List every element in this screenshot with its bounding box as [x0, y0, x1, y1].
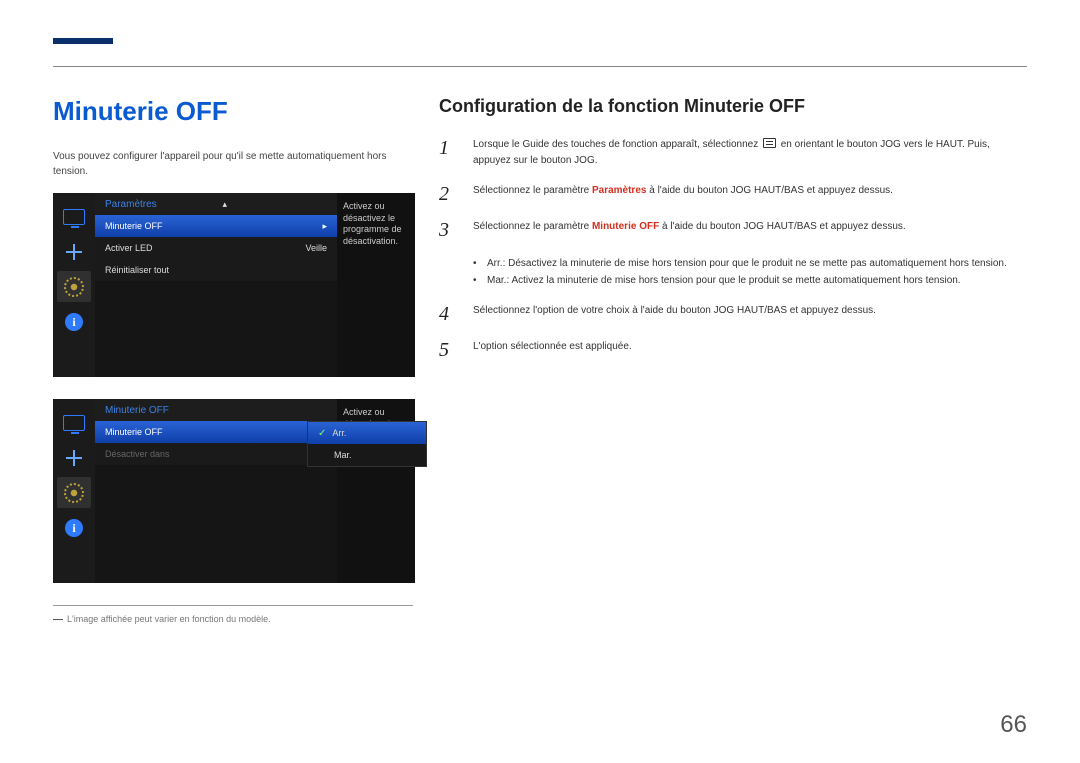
- osd-title: Minuterie OFF: [105, 405, 169, 416]
- osd-row-value: Veille: [305, 243, 327, 253]
- step-4: 4 Sélectionnez l'option de votre choix à…: [439, 303, 1027, 325]
- step-text: Sélectionnez le paramètre Minuterie OFF …: [473, 219, 1027, 235]
- step-number: 1: [439, 137, 455, 159]
- osd-tab-settings: [57, 477, 91, 508]
- bullet-icon: [473, 255, 477, 272]
- menu-icon: [763, 138, 776, 148]
- osd-row-activer-led: Activer LED Veille: [95, 237, 337, 259]
- step-number: 3: [439, 219, 455, 241]
- submenu-row-arr: ✓ Arr.: [308, 422, 426, 444]
- osd-row-minuterie-off: Minuterie OFF: [95, 421, 337, 443]
- monitor-icon: [63, 209, 85, 225]
- chevron-right-icon: ▸: [322, 221, 327, 232]
- osd-row-reinitialiser: Réinitialiser tout: [95, 259, 337, 281]
- step-text: Sélectionnez le paramètre Paramètres à l…: [473, 183, 1027, 199]
- osd-screenshot-minuterie-submenu: i Minuterie OFF Minuterie OFF Désactiver…: [53, 399, 415, 583]
- step-text: Sélectionnez l'option de votre choix à l…: [473, 303, 1027, 319]
- check-icon: ✓: [318, 428, 326, 439]
- step-number: 2: [439, 183, 455, 205]
- move-icon: [64, 448, 84, 468]
- gear-icon: [64, 483, 84, 503]
- osd-submenu: ✓ Arr. Mar.: [307, 421, 427, 467]
- emphasis-text: Mar.: [487, 275, 506, 286]
- step-2: 2 Sélectionnez le paramètre Paramètres à…: [439, 183, 1027, 205]
- intro-text: Vous pouvez configurer l'appareil pour q…: [53, 149, 415, 179]
- osd-description: Activez ou désactivez le programme de dé…: [337, 193, 415, 377]
- step-5: 5 L'option sélectionnée est appliquée.: [439, 339, 1027, 361]
- submenu-label: Mar.: [334, 450, 352, 460]
- bullet-arr: Arr.: Désactivez la minuterie de mise ho…: [473, 255, 1027, 272]
- step-text: L'option sélectionnée est appliquée.: [473, 339, 1027, 355]
- bullet-list: Arr.: Désactivez la minuterie de mise ho…: [473, 255, 1027, 289]
- osd-row-label: Minuterie OFF: [105, 427, 163, 437]
- step-1: 1 Lorsque le Guide des touches de foncti…: [439, 137, 1027, 169]
- submenu-label: Arr.: [332, 428, 346, 438]
- text: : Désactivez la minuterie de mise hors t…: [503, 258, 1007, 269]
- step-text: Lorsque le Guide des touches de fonction…: [473, 137, 1027, 169]
- section-tab-mark: [53, 38, 113, 44]
- text: à l'aide du bouton JOG HAUT/BAS et appuy…: [659, 221, 906, 232]
- emphasis-text: Arr.: [487, 258, 503, 269]
- bullet-mar: Mar.: Activez la minuterie de mise hors …: [473, 272, 1027, 289]
- osd-row-minuterie-off: Minuterie OFF ▸: [95, 215, 337, 237]
- gear-icon: [64, 277, 84, 297]
- up-arrow-icon: ▴: [222, 199, 227, 210]
- bullet-text: Arr.: Désactivez la minuterie de mise ho…: [487, 255, 1007, 272]
- osd-tab-settings: [57, 271, 91, 302]
- osd-tab-position: [57, 236, 91, 267]
- osd-tab-info: i: [57, 512, 91, 543]
- bullet-text: Mar.: Activez la minuterie de mise hors …: [487, 272, 961, 289]
- page-number: 66: [1000, 711, 1027, 739]
- text: Lorsque le Guide des touches de fonction…: [473, 139, 761, 150]
- submenu-row-mar: Mar.: [308, 444, 426, 466]
- osd-row-label: Désactiver dans: [105, 449, 170, 459]
- osd-screenshot-parametres: i Paramètres ▴ Minuterie OFF ▸ Activer L…: [53, 193, 415, 377]
- section-heading: Configuration de la fonction Minuterie O…: [439, 96, 1027, 117]
- horizontal-rule: [53, 605, 413, 606]
- step-3: 3 Sélectionnez le paramètre Minuterie OF…: [439, 219, 1027, 241]
- osd-tab-picture: [57, 407, 91, 438]
- move-icon: [64, 242, 84, 262]
- text: : Activez la minuterie de mise hors tens…: [506, 275, 960, 286]
- bullet-icon: [473, 272, 477, 289]
- osd-title: Paramètres: [105, 199, 157, 210]
- info-icon: i: [65, 519, 83, 537]
- osd-tab-picture: [57, 201, 91, 232]
- osd-tab-position: [57, 442, 91, 473]
- osd-tab-info: i: [57, 306, 91, 337]
- osd-row-desactiver-dans: Désactiver dans: [95, 443, 337, 465]
- dash-icon: [53, 619, 63, 620]
- osd-row-label: Activer LED: [105, 243, 153, 253]
- text: à l'aide du bouton JOG HAUT/BAS et appuy…: [646, 185, 893, 196]
- step-number: 5: [439, 339, 455, 361]
- osd-row-label: Réinitialiser tout: [105, 265, 169, 275]
- horizontal-rule: [53, 66, 1027, 67]
- step-number: 4: [439, 303, 455, 325]
- footnote: L'image affichée peut varier en fonction…: [53, 614, 415, 624]
- footnote-text: L'image affichée peut varier en fonction…: [67, 614, 271, 624]
- osd-row-label: Minuterie OFF: [105, 221, 163, 231]
- emphasis-text: Paramètres: [592, 185, 646, 196]
- text: Sélectionnez le paramètre: [473, 221, 592, 232]
- text: Sélectionnez le paramètre: [473, 185, 592, 196]
- monitor-icon: [63, 415, 85, 431]
- page-title: Minuterie OFF: [53, 96, 415, 127]
- emphasis-text: Minuterie OFF: [592, 221, 659, 232]
- info-icon: i: [65, 313, 83, 331]
